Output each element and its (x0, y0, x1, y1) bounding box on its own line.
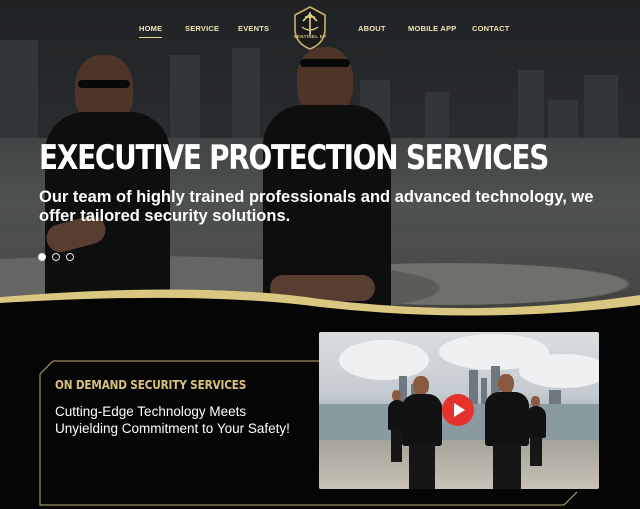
slider-dot-3[interactable] (66, 253, 74, 261)
feature-kicker: ON DEMAND SECURITY SERVICES (55, 377, 247, 392)
feature-text: Cutting-Edge Technology Meets Unyielding… (55, 404, 290, 436)
sentinel-logo-icon[interactable] (291, 5, 329, 51)
video-guard-back-left (387, 390, 407, 464)
nav-home[interactable]: HOME (139, 24, 163, 38)
nav-service[interactable]: SERVICE (185, 24, 219, 33)
hero-banner: HOME SERVICE EVENTS ABOUT MOBILE APP CON… (0, 0, 640, 320)
nav-contact[interactable]: CONTACT (472, 24, 510, 33)
slider-dots (38, 253, 74, 261)
nav-events[interactable]: EVENTS (238, 24, 269, 33)
hero-title: EXECUTIVE PROTECTION SERVICES (39, 138, 549, 178)
video-guard-back (525, 396, 547, 466)
logo-text: SENTINEL EP (293, 34, 327, 39)
slider-dot-2[interactable] (52, 253, 60, 261)
nav-mobile-app[interactable]: MOBILE APP (408, 24, 456, 33)
nav-about[interactable]: ABOUT (358, 24, 386, 33)
play-icon[interactable] (442, 394, 474, 426)
slider-dot-1[interactable] (38, 253, 46, 261)
hero-subtitle: Our team of highly trained professionals… (39, 188, 594, 225)
